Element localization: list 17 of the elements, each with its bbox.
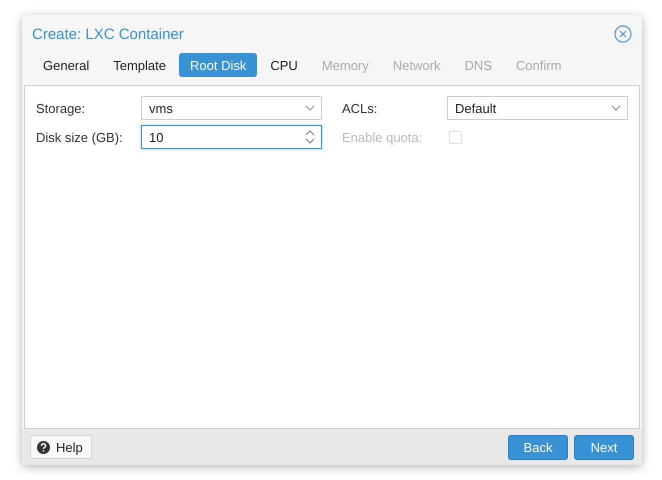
field-label: ACLs: (342, 100, 378, 116)
tab[interactable]: Template (102, 53, 177, 77)
window-title: Create: LXC Container (32, 26, 184, 42)
dropdown-field[interactable]: vms (141, 96, 322, 120)
close-icon[interactable] (614, 25, 632, 43)
field-label: Enable quota: (342, 130, 424, 144)
help-button[interactable]: Help (30, 435, 92, 459)
spinner-arrows-icon[interactable] (305, 129, 315, 145)
number-field[interactable]: 10 (141, 125, 322, 149)
help-icon (37, 440, 50, 454)
chevron-down-icon[interactable] (611, 105, 621, 111)
tab[interactable]: CPU (259, 53, 309, 77)
chevron-down-icon[interactable] (305, 105, 315, 111)
dropdown-field[interactable]: Default (447, 96, 628, 120)
field-label: Disk size (GB): (36, 130, 124, 144)
field-label: Storage: (36, 100, 86, 116)
tab[interactable]: General (32, 53, 100, 77)
